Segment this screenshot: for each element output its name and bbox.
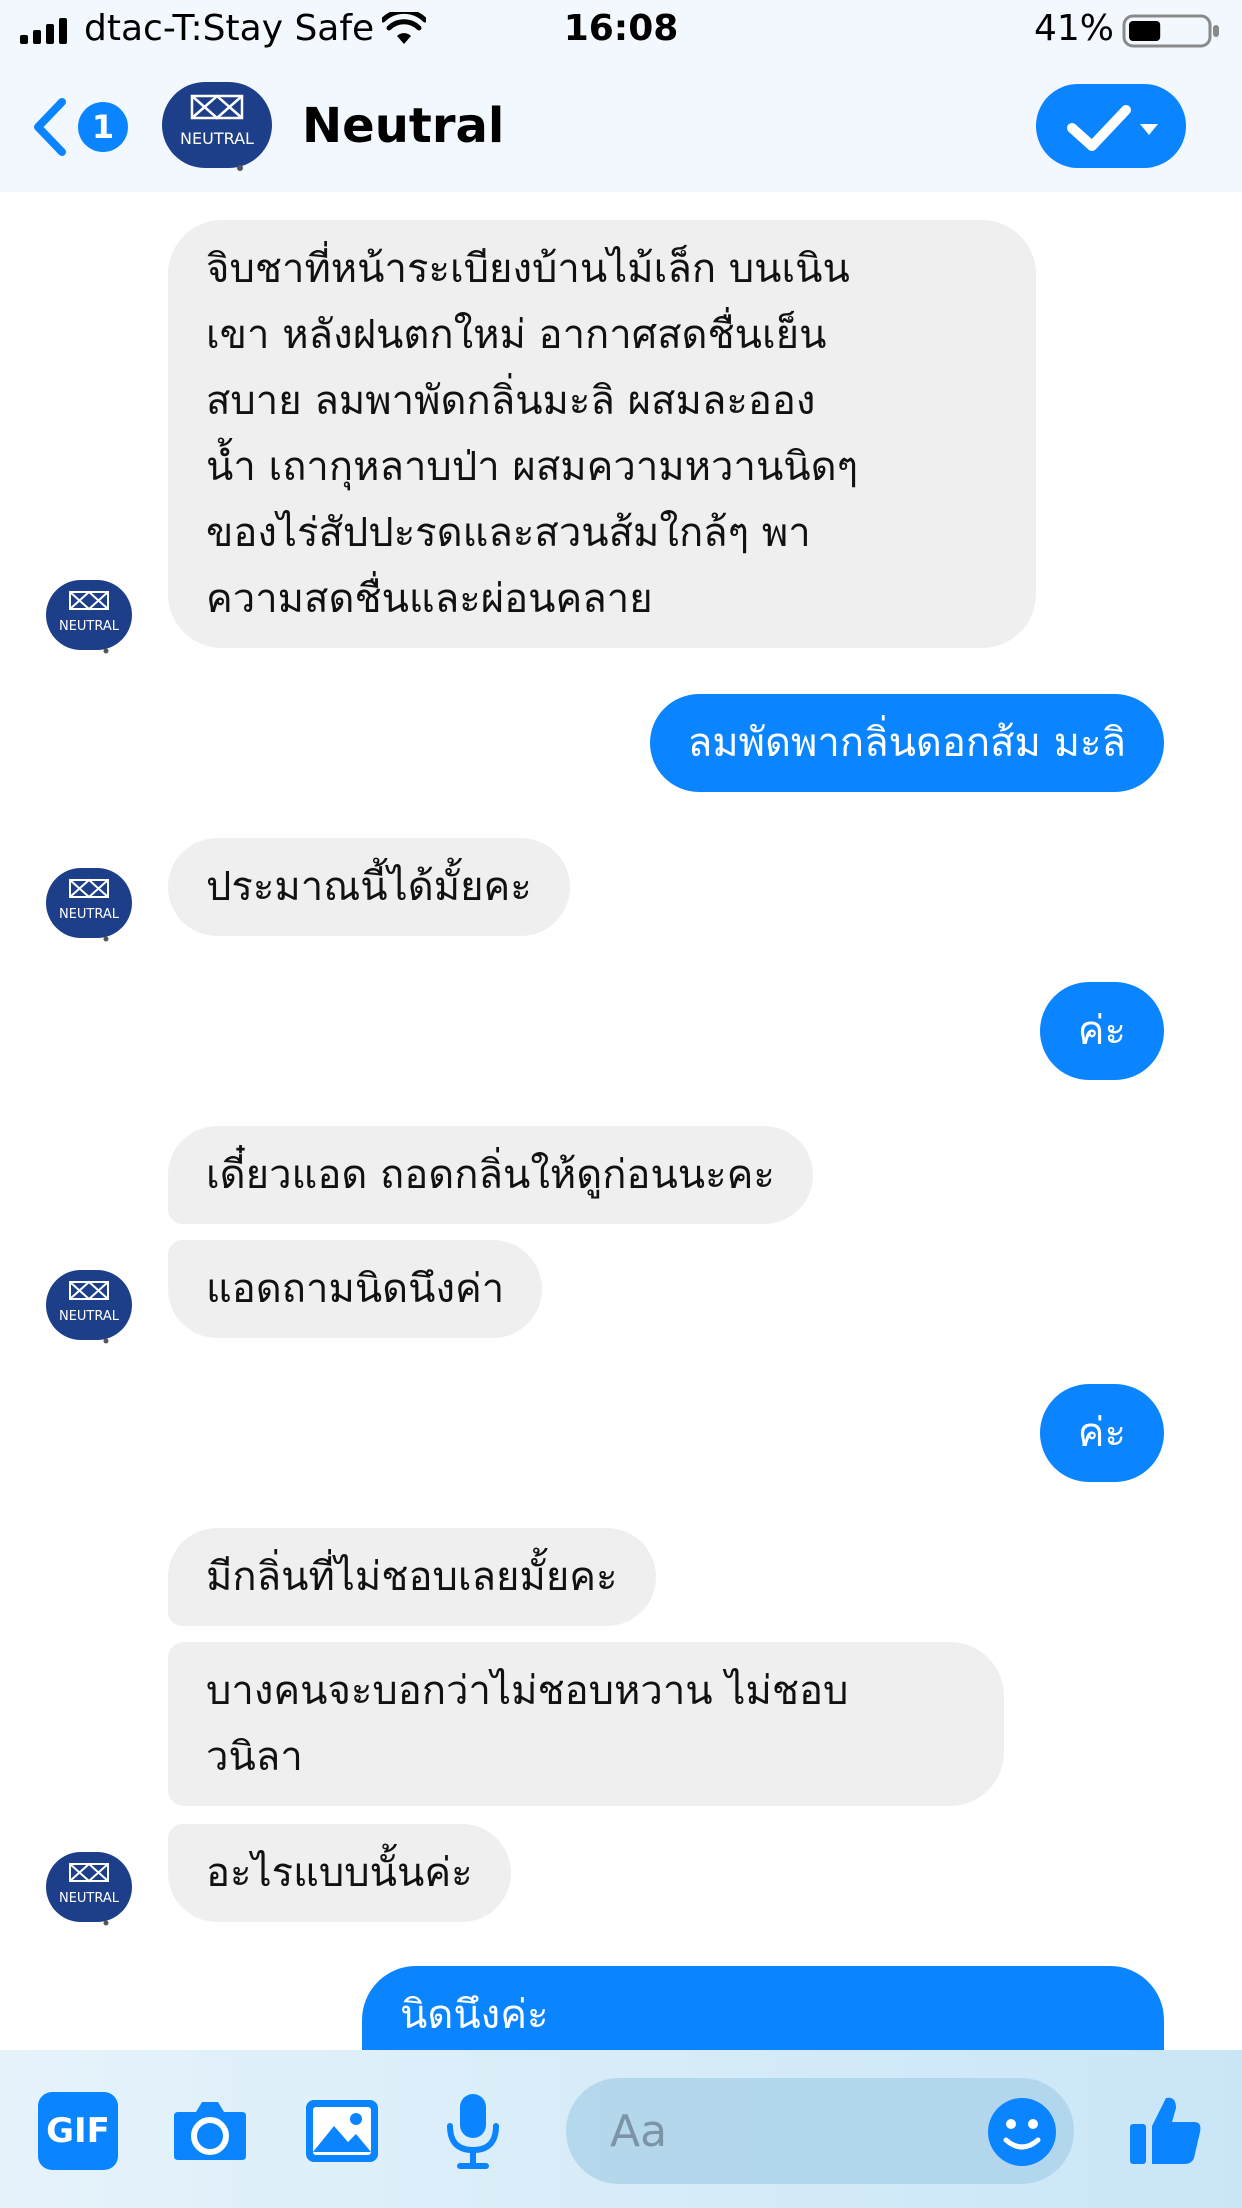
message-bubble-incoming[interactable]: ประมาณนี้ได้มั้ยคะ [168,838,570,936]
svg-text:NEUTRAL: NEUTRAL [59,1309,120,1324]
message-composer: GIF Aa [0,2050,1242,2208]
photo-gallery-icon[interactable] [302,2090,382,2170]
checkmark-dropdown-icon [1067,105,1158,151]
gif-button[interactable]: GIF [38,2092,118,2170]
message-bubble-incoming[interactable]: แอดถามนิดนึงค่า [168,1240,543,1338]
message-bubble-outgoing[interactable]: ลมพัดพากลิ่นดอกส้ม มะลิ [649,694,1164,792]
sender-avatar[interactable]: NEUTRAL [46,1852,132,1926]
message-bubble-outgoing[interactable]: ค่ะ [1039,982,1164,1080]
svg-text:NEUTRAL: NEUTRAL [59,1891,120,1906]
message-bubble-incoming[interactable]: มีกลิ่นที่ไม่ชอบเลยมั้ยคะ [168,1528,656,1626]
message-bubble-incoming[interactable]: บางคนจะบอกว่าไม่ชอบหวาน ไม่ชอบ วนิลา [168,1642,1004,1806]
message-bubble-outgoing[interactable]: ค่ะ [1039,1384,1164,1482]
thumbs-up-icon[interactable] [1126,2090,1206,2170]
back-button[interactable]: 1 [30,92,140,162]
confirm-dropdown-button[interactable] [1036,84,1186,168]
battery-level [1129,21,1161,41]
contact-name[interactable]: Neutral [302,98,504,154]
unread-count-badge: 1 [78,102,128,152]
contact-avatar[interactable]: NEUTRAL [162,82,272,172]
message-bubble-outgoing[interactable]: นิดนึงค่ะ [362,1966,1164,2050]
microphone-icon[interactable] [438,2090,508,2170]
battery-percent: 41% [1033,8,1114,49]
status-bar: dtac-T:Stay Safe 16:08 41% [0,0,1242,62]
message-bubble-incoming[interactable]: เดี๋ยวแอด ถอดกลิ่นให้ดูก่อนนะคะ [168,1126,813,1224]
sender-avatar[interactable]: NEUTRAL [46,1270,132,1344]
battery-icon [1122,14,1219,48]
sender-avatar[interactable]: NEUTRAL [46,580,132,654]
svg-text:NEUTRAL: NEUTRAL [59,619,120,634]
camera-icon[interactable] [170,2090,250,2170]
message-bubble-incoming[interactable]: อะไรแบบนั้นค่ะ [168,1824,511,1922]
message-input-placeholder: Aa [610,2106,668,2157]
conversation-header: 1 NEUTRAL Neutral [0,62,1242,192]
message-bubble-incoming[interactable]: จิบชาที่หน้าระเบียงบ้านไม้เล็ก บนเนิน เข… [168,220,1036,648]
emoji-icon[interactable] [986,2096,1058,2168]
avatar-brand-text: NEUTRAL [180,129,254,148]
chevron-left-icon [34,98,66,156]
svg-text:NEUTRAL: NEUTRAL [59,907,120,922]
sender-avatar[interactable]: NEUTRAL [46,868,132,942]
message-list[interactable]: จิบชาที่หน้าระเบียงบ้านไม้เล็ก บนเนิน เข… [0,192,1242,2050]
message-input[interactable]: Aa [566,2078,1074,2184]
